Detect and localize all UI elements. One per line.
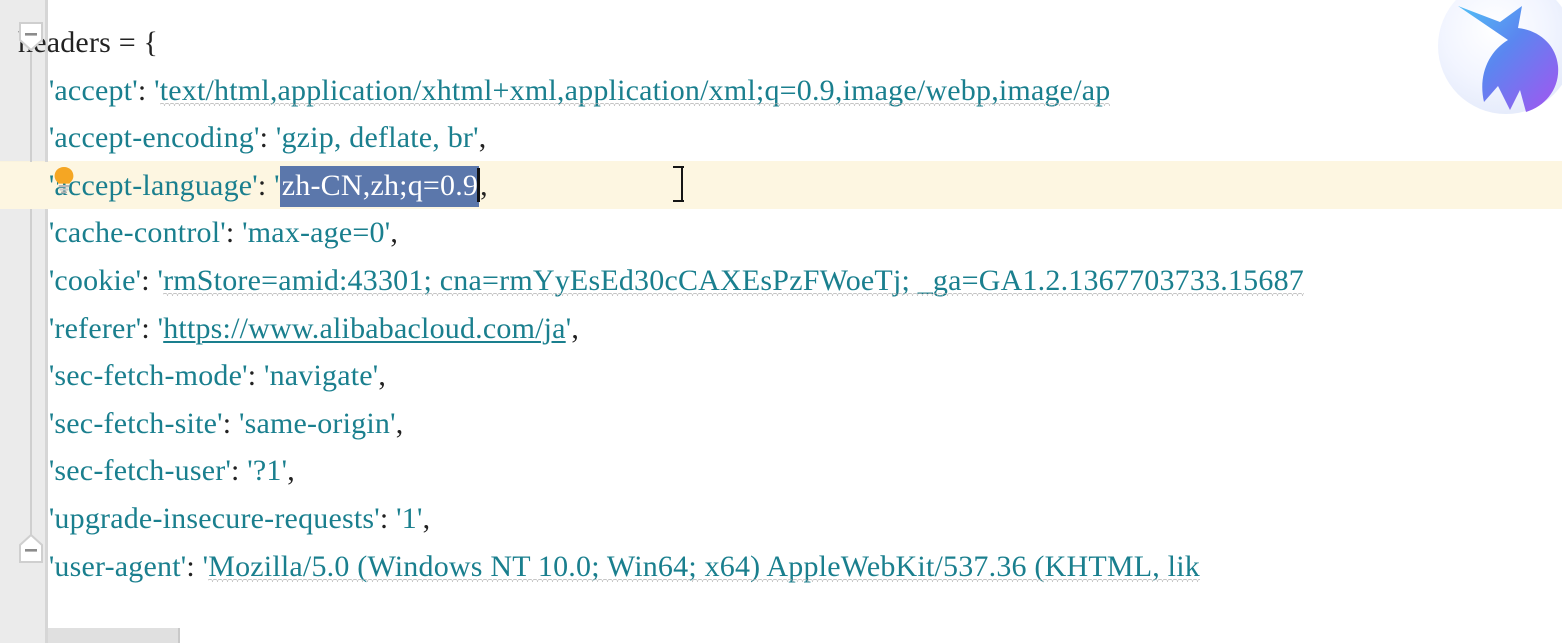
code-line-text: headers = {: [0, 19, 1562, 67]
code-token-key: 'accept-encoding': [48, 121, 260, 155]
code-line[interactable]: 'accept': 'text/html,application/xhtml+x…: [0, 67, 1562, 115]
code-line[interactable]: 'upgrade-insecure-requests': '1',: [0, 495, 1562, 543]
code-token-key: 'sec-fetch-user': [48, 454, 232, 488]
code-token-key: 'sec-fetch-site': [48, 406, 223, 440]
code-token-plain: :: [222, 406, 239, 440]
code-line[interactable]: 'cookie': 'rmStore=amid:43301; cna=rmYyE…: [0, 257, 1562, 305]
code-token-plain: ,: [478, 121, 487, 155]
code-token-quote: ': [274, 168, 280, 202]
code-token-plain: :: [259, 121, 276, 155]
code-token-value-spellcheck: text/html,application/xhtml+xml,applicat…: [159, 73, 1111, 107]
fold-collapse-icon[interactable]: [18, 22, 44, 52]
code-token-plain: ,: [422, 501, 431, 535]
code-token-plain: ,: [395, 406, 404, 440]
code-token-plain: ,: [390, 216, 399, 250]
code-token-plain: ,: [378, 359, 387, 393]
code-token-key: 'user-agent': [48, 549, 187, 583]
code-token-value-spellcheck: rmStore=amid:43301; cna=rmYyEsEd30cCAXEs…: [163, 263, 1304, 297]
code-line[interactable]: 'user-agent': 'Mozilla/5.0 (Windows NT 1…: [0, 543, 1562, 591]
code-line-text: 'user-agent': 'Mozilla/5.0 (Windows NT 1…: [0, 543, 1562, 591]
code-line-text: 'accept-encoding': 'gzip, deflate, br',: [0, 114, 1562, 162]
code-token-plain: :: [141, 311, 158, 345]
code-line[interactable]: 'sec-fetch-site': 'same-origin',: [0, 400, 1562, 448]
code-token-plain: :: [379, 501, 397, 535]
code-token-plain: ,: [287, 454, 295, 488]
code-line[interactable]: 'accept-language': 'zh-CN,zh;q=0.9,: [0, 161, 1562, 210]
selected-text[interactable]: zh-CN,zh;q=0.9: [279, 165, 480, 207]
code-content[interactable]: headers = { 'accept': 'text/html,applica…: [0, 0, 1562, 590]
code-token-key: 'upgrade-insecure-requests': [48, 501, 380, 535]
code-token-plain: :: [257, 168, 275, 202]
text-caret: [477, 167, 481, 202]
code-token-plain: :: [137, 73, 155, 107]
code-token-value: ?1: [252, 454, 282, 488]
code-token-plain: ,: [480, 168, 488, 202]
code-token-plain: ,: [571, 311, 580, 345]
code-token-value: gzip, deflate, br: [281, 121, 474, 155]
code-token-key: 'accept': [48, 73, 138, 107]
code-token-value-spellcheck: Mozilla/5.0 (Windows NT 10.0; Win64; x64…: [208, 549, 1200, 583]
code-token-plain: :: [186, 549, 203, 583]
code-token-key: 'sec-fetch-mode': [48, 359, 248, 393]
code-token-url-link[interactable]: https://www.alibabacloud.com/ja: [163, 312, 566, 345]
code-line-text: 'referer': 'https://www.alibabacloud.com…: [0, 305, 1562, 353]
code-token-value: navigate: [269, 359, 373, 393]
lightbulb-icon[interactable]: [52, 166, 76, 194]
code-line-text: 'sec-fetch-user': '?1',: [0, 447, 1562, 495]
code-token-value: max-age=0: [247, 216, 385, 250]
code-line-text: 'upgrade-insecure-requests': '1',: [0, 495, 1562, 543]
code-line-text: 'accept': 'text/html,application/xhtml+x…: [0, 67, 1562, 115]
code-line-text: 'cookie': 'rmStore=amid:43301; cna=rmYyE…: [0, 257, 1562, 305]
code-line[interactable]: 'sec-fetch-mode': 'navigate',: [0, 352, 1562, 400]
code-token-key: 'cache-control': [48, 216, 226, 250]
code-token-value: 1: [401, 501, 417, 535]
code-token-plain: :: [225, 216, 243, 250]
bottom-status-box: [48, 628, 180, 643]
fold-collapse-end-icon[interactable]: [18, 534, 44, 563]
code-line[interactable]: 'accept-encoding': 'gzip, deflate, br',: [0, 114, 1562, 162]
code-line[interactable]: 'referer': 'https://www.alibabacloud.com…: [0, 305, 1562, 353]
code-token-key: 'accept-language': [48, 168, 258, 202]
code-line-text: 'cache-control': 'max-age=0',: [0, 209, 1562, 257]
code-line-text: 'sec-fetch-mode': 'navigate',: [0, 352, 1562, 400]
code-line-text: 'accept-language': 'zh-CN,zh;q=0.9,: [0, 162, 1562, 210]
code-editor[interactable]: headers = { 'accept': 'text/html,applica…: [0, 0, 1562, 643]
code-token-key: 'cookie': [48, 263, 142, 297]
code-token-value: same-origin: [244, 406, 391, 440]
code-token-plain: :: [231, 454, 248, 488]
code-line-text: 'sec-fetch-site': 'same-origin',: [0, 400, 1562, 448]
code-token-plain: :: [141, 263, 158, 297]
code-line[interactable]: 'cache-control': 'max-age=0',: [0, 209, 1562, 257]
code-line[interactable]: headers = {: [0, 19, 1562, 67]
code-line[interactable]: 'sec-fetch-user': '?1',: [0, 447, 1562, 495]
code-token-key: 'referer': [48, 311, 142, 345]
code-token-plain: :: [247, 359, 264, 393]
